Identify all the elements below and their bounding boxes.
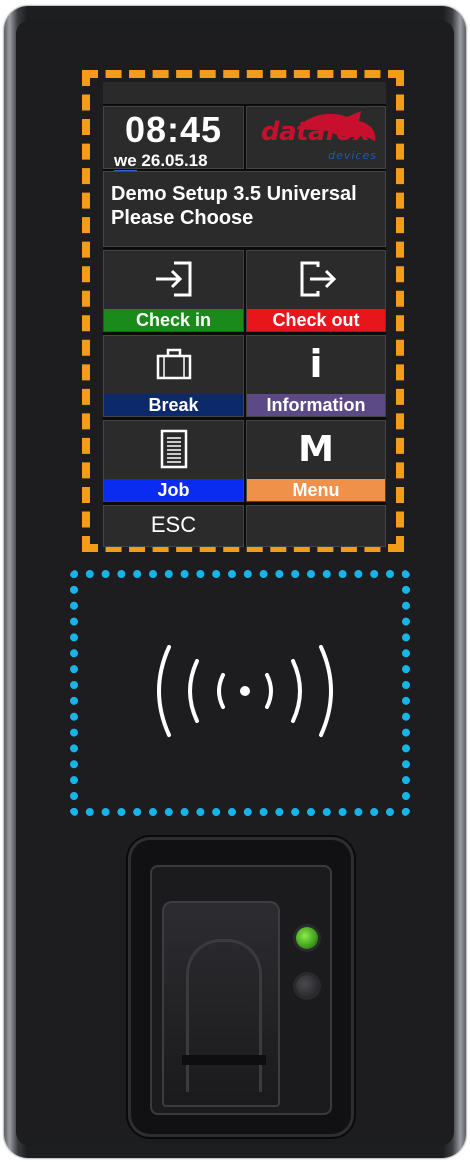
menu-label: Menu [247,479,385,501]
sign-out-icon [247,255,385,303]
information-label: Information [247,394,385,416]
check-out-label: Check out [247,309,385,331]
job-button[interactable]: Job [103,420,244,502]
briefcase-icon [104,340,243,388]
touch-screen: 08:45 we 26.05.18 datafox devices Demo S… [103,82,386,547]
clock-time: 08:45 [124,109,223,150]
menu-icon-glyph: M [298,428,334,470]
job-label: Job [104,479,243,501]
esc-button[interactable]: ESC [103,505,244,547]
esc-label: ESC [150,512,197,537]
date-value: 26.05.18 [141,151,208,170]
status-line-1: Demo Setup 3.5 Universal [111,183,357,205]
check-in-button[interactable]: Check in [103,250,244,332]
information-button[interactable]: i Information [246,335,386,417]
clock-panel: 08:45 we 26.05.18 [103,106,244,172]
datafox-logo: datafox devices [246,106,386,169]
info-icon-glyph: i [309,342,323,386]
empty-button-slot [246,505,386,547]
status-led-green [296,927,318,949]
status-line-2: Please Choose [111,207,254,229]
contactless-icon [157,645,333,737]
clock-date: we 26.05.18 [114,151,208,172]
finger-guide-arch [186,939,262,1092]
menu-icon: M [247,425,385,473]
break-button[interactable]: Break [103,335,244,417]
check-out-button[interactable]: Check out [246,250,386,332]
fingerprint-sensor-icon[interactable] [162,901,280,1107]
sensor-slot [182,1055,266,1065]
check-in-label: Check in [104,309,243,331]
info-icon: i [247,340,385,388]
menu-button[interactable]: M Menu [246,420,386,502]
status-led-off [296,975,318,997]
logo-brand: datafox [261,117,370,147]
rfid-reader-area[interactable] [70,570,410,816]
fingerprint-plate [150,865,332,1115]
document-icon [104,425,243,473]
screen-top-bar [103,82,386,104]
sign-in-icon [104,255,243,303]
status-message: Demo Setup 3.5 Universal Please Choose [103,171,386,247]
break-label: Break [104,394,243,416]
day-of-week: we [114,151,137,172]
fingerprint-module [128,837,354,1137]
logo-sub: devices [328,149,377,162]
